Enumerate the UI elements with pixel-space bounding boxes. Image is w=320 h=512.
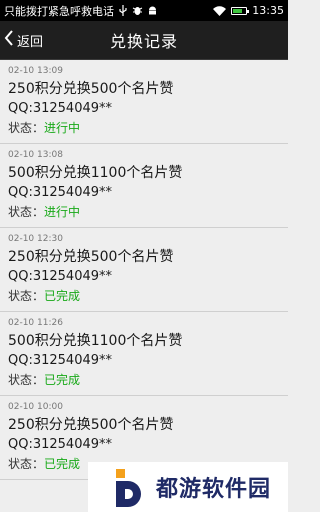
list-item[interactable]: 02-10 13:09 250积分兑换500个名片赞 QQ:31254049**… [0,60,288,144]
record-description: 500积分兑换1100个名片赞 [8,165,183,181]
header-bar: 返回 兑换记录 [0,21,288,60]
status-value: 已完成 [44,457,81,471]
status-label: 状态： [8,205,45,219]
status-label: 状态： [8,289,45,303]
list-item[interactable]: 02-10 13:08 500积分兑换1100个名片赞 QQ:31254049*… [0,144,288,228]
page-title: 兑换记录 [109,32,178,51]
record-qq: QQ:31254049** [8,437,113,452]
record-time: 02-10 13:09 [8,66,63,76]
record-status: 状态：进行中 [8,203,280,221]
status-right: 13:35 [213,4,284,17]
status-label: 状态： [8,457,45,471]
carrier-text: 只能拨打紧急呼救电话 [4,4,114,18]
wifi-icon [213,5,227,16]
list-item[interactable]: 02-10 12:30 250积分兑换500个名片赞 QQ:31254049**… [0,228,288,312]
back-button[interactable]: 返回 [4,26,43,54]
clock: 13:35 [252,4,284,17]
status-value: 已完成 [44,289,81,303]
record-time: 02-10 10:00 [8,402,63,412]
status-label: 状态： [8,121,45,135]
record-description: 250积分兑换500个名片赞 [8,417,174,433]
watermark: 都游软件园 [88,462,288,512]
watermark-text: 都游软件园 [156,477,272,502]
back-label: 返回 [17,34,44,50]
battery-level [233,8,242,13]
record-list: 02-10 13:09 250积分兑换500个名片赞 QQ:31254049**… [0,60,288,480]
record-time: 02-10 11:26 [8,318,63,328]
record-qq: QQ:31254049** [8,353,113,368]
status-value: 进行中 [44,121,81,135]
status-value: 进行中 [44,205,81,219]
record-status: 状态：进行中 [8,119,280,137]
record-qq: QQ:31254049** [8,101,113,116]
status-value: 已完成 [44,373,81,387]
record-description: 250积分兑换500个名片赞 [8,81,174,97]
chevron-left-icon [4,30,14,50]
battery-icon [231,6,250,15]
status-label: 状态： [8,373,45,387]
bug-icon [132,5,143,16]
android-icon [147,5,158,16]
record-qq: QQ:31254049** [8,185,113,200]
record-time: 02-10 12:30 [8,234,63,244]
status-left: 只能拨打紧急呼救电话 [4,3,213,19]
record-time: 02-10 13:08 [8,150,63,160]
list-item[interactable]: 02-10 11:26 500积分兑换1100个名片赞 QQ:31254049*… [0,312,288,396]
record-status: 状态：已完成 [8,287,280,305]
record-description: 250积分兑换500个名片赞 [8,249,174,265]
status-bar: 只能拨打紧急呼救电话 13:35 [0,0,288,21]
record-description: 500积分兑换1100个名片赞 [8,333,183,349]
record-status: 状态：已完成 [8,371,280,389]
record-qq: QQ:31254049** [8,269,113,284]
watermark-logo-icon [114,467,148,507]
usb-icon [118,5,128,16]
